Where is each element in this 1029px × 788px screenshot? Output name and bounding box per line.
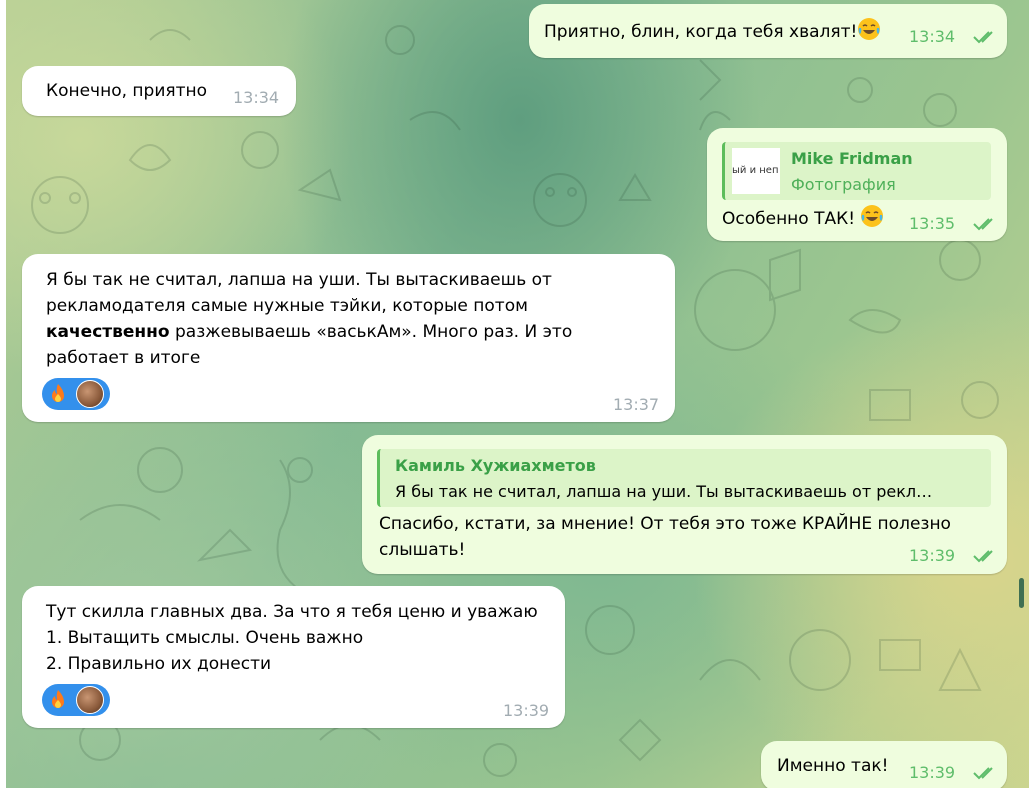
message-line: Тут скилла главных два. За что я тебя це… xyxy=(46,602,538,622)
tears-of-joy-emoji xyxy=(861,205,884,227)
reactor-avatar xyxy=(76,380,104,408)
reactions-pill[interactable] xyxy=(42,684,110,716)
message-time: 13:39 xyxy=(909,546,956,565)
read-checkmarks-icon xyxy=(973,767,993,780)
read-checkmarks-icon xyxy=(973,550,993,563)
reply-author: Mike Fridman xyxy=(791,149,913,168)
message-line: Спасибо, кстати, за мнение! От тебя это … xyxy=(379,514,951,534)
message-line: 2. Правильно их донести xyxy=(46,654,272,674)
message-bubble-outgoing[interactable]: Камиль Хужиахметов Я бы так не считал, л… xyxy=(362,435,1007,574)
reply-preview[interactable]: Камиль Хужиахметов Я бы так не считал, л… xyxy=(377,449,991,507)
message-line: Я бы так не считал, лапша на уши. Ты выт… xyxy=(46,270,552,290)
bold-word: качественно xyxy=(46,322,170,342)
fire-emoji xyxy=(52,384,64,402)
message-line: 1. Вытащить смыслы. Очень важно xyxy=(46,628,364,648)
message-time: 13:39 xyxy=(909,763,956,782)
reply-subtitle: Фотография xyxy=(791,175,896,194)
reactor-avatar xyxy=(76,686,104,714)
message-line: рекламодателя самые нужные тэйки, которы… xyxy=(46,296,528,316)
message-bubble-incoming[interactable]: Тут скилла главных два. За что я тебя це… xyxy=(22,586,565,728)
tears-of-joy-emoji xyxy=(858,18,881,40)
message-text: Конечно, приятно xyxy=(46,81,208,101)
read-checkmarks-icon xyxy=(973,218,993,231)
message-line: слышать! xyxy=(379,540,466,560)
message-line: работает в итоге xyxy=(46,348,201,368)
message-line: качественно разжевываешь «васькАм». Мног… xyxy=(46,322,573,342)
reply-preview[interactable]: ый и неп Mike Fridman Фотография xyxy=(722,142,991,200)
message-bubble-incoming[interactable]: Я бы так не считал, лапша на уши. Ты выт… xyxy=(22,254,675,422)
message-time: 13:34 xyxy=(909,27,956,46)
message-text: Особенно ТАК! xyxy=(722,204,884,232)
reply-photo-thumbnail: ый и неп xyxy=(732,148,780,194)
message-time: 13:34 xyxy=(233,88,280,107)
message-time: 13:37 xyxy=(613,395,660,414)
reply-author: Камиль Хужиахметов xyxy=(395,456,596,475)
message-time: 13:39 xyxy=(503,701,550,720)
message-time: 13:35 xyxy=(909,214,956,233)
message-bubble-outgoing[interactable]: Именно так! 13:39 xyxy=(761,741,1007,788)
message-bubble-incoming[interactable]: Конечно, приятно 13:34 xyxy=(22,66,296,116)
message-bubble-outgoing[interactable]: ый и неп Mike Fridman Фотография Особенн… xyxy=(707,128,1007,241)
message-bubble-outgoing[interactable]: Приятно, блин, когда тебя хвалят! 13:34 xyxy=(529,4,1007,58)
left-panel-edge xyxy=(0,0,6,788)
message-text: Приятно, блин, когда тебя хвалят! xyxy=(544,17,881,45)
reply-quote: Я бы так не считал, лапша на уши. Ты выт… xyxy=(395,482,933,501)
chat-scrollbar-thumb[interactable] xyxy=(1019,578,1024,608)
message-text: Именно так! xyxy=(777,756,889,776)
fire-emoji xyxy=(52,690,64,708)
reactions-pill[interactable] xyxy=(42,378,110,410)
read-checkmarks-icon xyxy=(973,31,993,44)
